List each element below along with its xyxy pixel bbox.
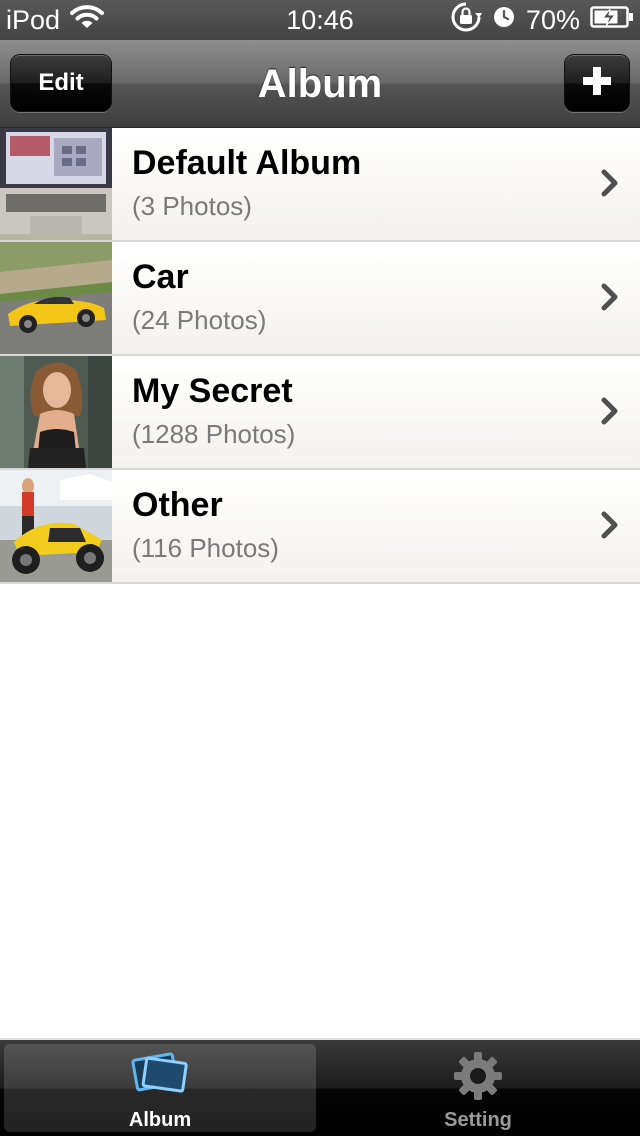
tab-bar: Album Setting — [0, 1038, 640, 1136]
chevron-right-icon — [600, 510, 620, 540]
album-name: My Secret — [132, 372, 293, 410]
carrier-label: iPod — [6, 4, 61, 35]
edit-button-label: Edit — [38, 69, 84, 96]
alarm-icon — [492, 5, 516, 36]
rotation-lock-icon — [450, 1, 482, 40]
page-title: Album — [257, 61, 383, 106]
clock-label: 10:46 — [286, 4, 354, 35]
tab-setting-label: Setting — [444, 1109, 512, 1131]
battery-percent-label: 70% — [525, 4, 580, 35]
album-list: Default Album (3 Photos) Car (24 Photos)… — [0, 128, 640, 584]
plus-icon — [581, 65, 613, 102]
album-row-default-album[interactable]: Default Album (3 Photos) — [0, 128, 640, 242]
album-photo-count: (3 Photos) — [132, 191, 252, 221]
album-row-my-secret[interactable]: My Secret (1288 Photos) — [0, 356, 640, 470]
add-album-button[interactable] — [564, 54, 630, 112]
navigation-bar: Edit Album — [0, 40, 640, 128]
album-thumbnail — [0, 470, 112, 582]
album-name: Other — [132, 486, 223, 524]
album-thumbnail — [0, 242, 112, 354]
wifi-icon — [70, 4, 105, 37]
gear-icon — [452, 1050, 504, 1107]
album-thumbnail — [0, 356, 112, 468]
tab-album-label: Album — [128, 1109, 192, 1131]
album-photo-count: (1288 Photos) — [132, 419, 296, 449]
album-row-car[interactable]: Car (24 Photos) — [0, 242, 640, 356]
album-photo-count: (24 Photos) — [132, 305, 267, 335]
status-bar: iPod 10:46 70% — [0, 0, 640, 40]
chevron-right-icon — [600, 396, 620, 426]
album-row-other[interactable]: Other (116 Photos) — [0, 470, 640, 584]
tab-album[interactable]: Album — [4, 1044, 316, 1132]
edit-button[interactable]: Edit — [10, 54, 112, 112]
status-right: 70% — [450, 0, 634, 40]
status-left: iPod — [6, 0, 105, 40]
screen: iPod 10:46 70% Edit Album Default Album … — [0, 0, 640, 1136]
battery-icon — [590, 5, 634, 36]
tab-setting[interactable]: Setting — [322, 1044, 634, 1132]
chevron-right-icon — [600, 168, 620, 198]
album-photo-count: (116 Photos) — [132, 533, 279, 563]
album-thumbnail — [0, 128, 112, 240]
chevron-right-icon — [600, 282, 620, 312]
album-name: Car — [132, 258, 189, 296]
photo-album-icon — [129, 1050, 191, 1099]
album-name: Default Album — [132, 144, 362, 182]
